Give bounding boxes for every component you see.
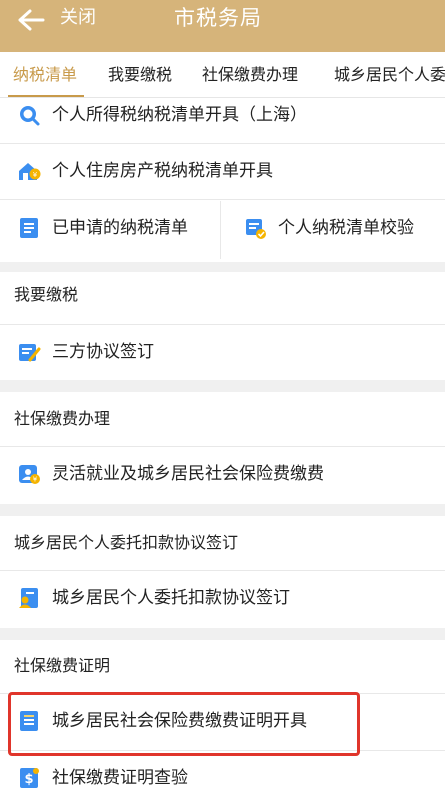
list-item-label: 三方协议签订 — [52, 342, 154, 362]
document-list-icon — [17, 216, 41, 240]
list-item-label: 个人纳税清单校验 — [278, 218, 414, 238]
list-item[interactable]: 城乡居民个人委托扣款协议签订 — [0, 571, 445, 625]
tab-entrust[interactable]: 城乡居民个人委 — [334, 64, 445, 86]
person-document-icon — [17, 586, 41, 610]
list-item[interactable]: 三方协议签订 — [0, 325, 445, 379]
list-item[interactable]: 个人所得税纳税清单开具（上海） — [0, 88, 445, 142]
list-item[interactable]: ¥ 个人住房房产税纳税清单开具 — [0, 144, 445, 198]
list-item-label: 灵活就业及城乡居民社会保险费缴费 — [52, 464, 324, 484]
list-item[interactable]: 已申请的纳税清单 — [0, 201, 220, 255]
close-button[interactable]: 关闭 — [60, 6, 96, 30]
section-title: 社保缴费办理 — [14, 409, 111, 428]
top-bar: 关闭 市税务局 — [0, 0, 445, 52]
highlight-box — [8, 692, 360, 756]
insurance-pay-icon: ¥ — [17, 462, 41, 486]
house-tax-icon: ¥ — [17, 159, 41, 183]
list-item[interactable]: ¥ 灵活就业及城乡居民社会保险费缴费 — [0, 447, 445, 501]
divider — [220, 201, 221, 259]
list-item-label: 社保缴费证明查验 — [52, 768, 188, 788]
list-item[interactable]: 个人纳税清单校验 — [226, 201, 445, 255]
list-item-label: 已申请的纳税清单 — [52, 218, 188, 238]
tab-pay-tax[interactable]: 我要缴税 — [108, 64, 172, 86]
tab-tax-list[interactable]: 纳税清单 — [13, 64, 77, 86]
pay-tax-card: 我要缴税 三方协议签订 — [0, 272, 445, 380]
back-arrow-icon[interactable] — [16, 6, 46, 34]
svg-text:$: $ — [24, 772, 33, 787]
page-title: 市税务局 — [174, 6, 262, 30]
section-title: 社保缴费证明 — [14, 656, 111, 675]
entrust-card: 城乡居民个人委托扣款协议签订 城乡居民个人委托扣款协议签订 — [0, 516, 445, 628]
social-insurance-card: 社保缴费办理 ¥ 灵活就业及城乡居民社会保险费缴费 — [0, 392, 445, 504]
section-title: 城乡居民个人委托扣款协议签订 — [14, 533, 239, 552]
svg-text:¥: ¥ — [33, 476, 38, 484]
verify-document-icon — [243, 216, 267, 240]
list-item-label: 个人住房房产税纳税清单开具 — [52, 161, 273, 181]
svg-text:¥: ¥ — [33, 171, 38, 179]
list-item[interactable]: $ 社保缴费证明查验 — [0, 751, 445, 801]
dollar-document-icon: $ — [17, 766, 41, 790]
magnifier-icon — [17, 103, 41, 127]
agreement-sign-icon — [17, 340, 41, 364]
list-item-label: 个人所得税纳税清单开具（上海） — [52, 105, 307, 125]
tax-list-card: 个人所得税纳税清单开具（上海） ¥ 个人住房房产税纳税清单开具 已申请的纳税清单 — [0, 98, 445, 262]
section-title: 我要缴税 — [14, 285, 79, 304]
tab-social-insurance[interactable]: 社保缴费办理 — [202, 64, 298, 86]
list-item-label: 城乡居民个人委托扣款协议签订 — [52, 588, 290, 608]
divider — [0, 199, 445, 200]
